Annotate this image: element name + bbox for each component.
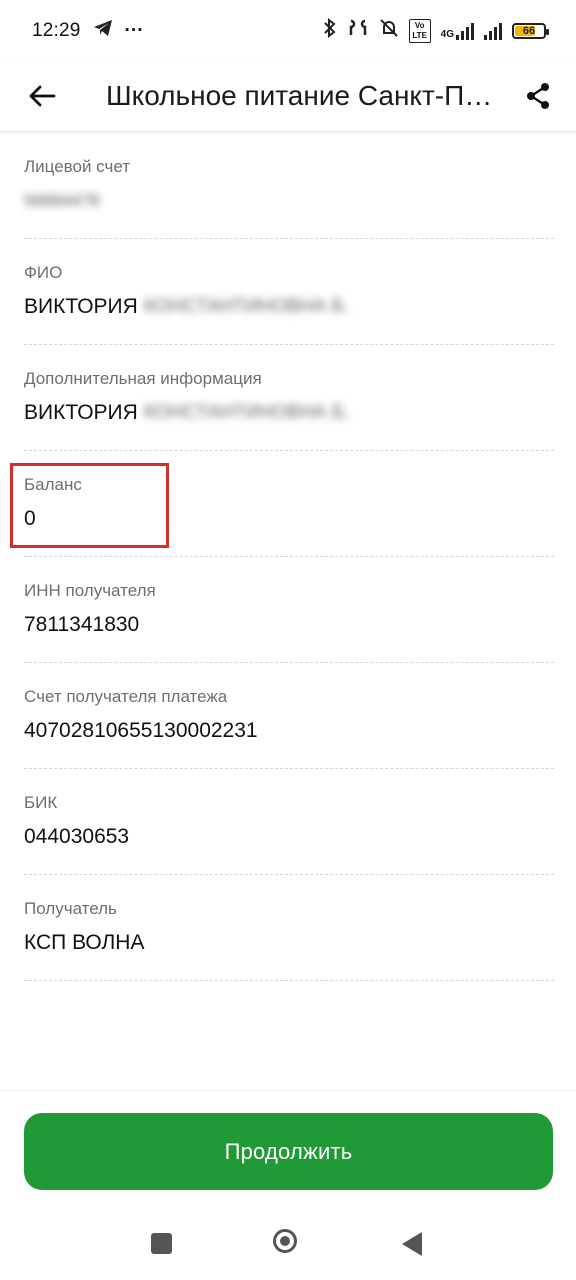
- divider: [0, 1090, 576, 1091]
- signal-icon: [484, 22, 502, 40]
- field-value: 044030653: [24, 825, 130, 848]
- details-list: Лицевой счет 56894478 ФИО ВИКТОРИЯ КОНСТ…: [0, 133, 576, 981]
- field-value-visible: ВИКТОРИЯ: [24, 401, 138, 424]
- page-title: Школьное питание Санкт-Петербург: [106, 80, 496, 111]
- share-icon: [527, 83, 549, 109]
- system-back-icon[interactable]: [402, 1232, 422, 1256]
- status-bar: 12:29 ··· Vo LTE 4G 66: [0, 0, 576, 62]
- field-label: Получатель: [24, 899, 117, 918]
- continue-button[interactable]: Продолжить: [24, 1113, 553, 1190]
- home-icon[interactable]: [273, 1229, 297, 1253]
- field-label: ФИО: [24, 263, 63, 282]
- bluetooth-icon: [323, 17, 337, 44]
- app-bar: Школьное питание Санкт-Петербург: [0, 62, 576, 132]
- recent-apps-icon[interactable]: [151, 1233, 172, 1254]
- field-additional-info: Дополнительная информация ВИКТОРИЯ КОНСТ…: [24, 345, 554, 451]
- field-recipient-inn: ИНН получателя 7811341830: [24, 557, 554, 663]
- volte-icon: Vo LTE: [408, 19, 431, 43]
- field-value-hidden: КОНСТАНТИНОВНА Б.: [143, 296, 350, 317]
- field-account-number: Лицевой счет 56894478: [24, 133, 554, 239]
- share-button[interactable]: [518, 76, 558, 116]
- earbuds-icon: [347, 18, 369, 44]
- battery-icon: 66: [512, 23, 549, 39]
- telegram-icon: [93, 19, 113, 43]
- field-value-hidden: КОНСТАНТИНОВНА Б.: [143, 402, 350, 423]
- balance-highlight-annotation: [10, 463, 169, 548]
- field-value: КСП ВОЛНА: [24, 931, 145, 954]
- field-recipient-account: Счет получателя платежа 4070281065513000…: [24, 663, 554, 769]
- field-value-visible: ВИКТОРИЯ: [24, 295, 138, 318]
- field-full-name: ФИО ВИКТОРИЯ КОНСТАНТИНОВНА Б.: [24, 239, 554, 345]
- field-label: БИК: [24, 793, 58, 812]
- mute-bell-icon: [379, 18, 399, 44]
- field-value: ВИКТОРИЯ КОНСТАНТИНОВНА Б.: [24, 401, 350, 425]
- system-nav-bar: [0, 1205, 576, 1280]
- field-recipient: Получатель КСП ВОЛНА: [24, 875, 554, 981]
- field-label: Лицевой счет: [24, 157, 131, 176]
- field-value: 56894478: [24, 191, 100, 210]
- field-label: ИНН получателя: [24, 581, 156, 600]
- field-bik: БИК 044030653: [24, 769, 554, 875]
- field-value: 7811341830: [24, 613, 140, 636]
- field-value: 40702810655130002231: [24, 719, 258, 742]
- field-label: Счет получателя платежа: [24, 687, 228, 706]
- status-time: 12:29: [32, 20, 81, 41]
- field-value: ВИКТОРИЯ КОНСТАНТИНОВНА Б.: [24, 295, 350, 319]
- arrow-left-icon: [29, 85, 56, 107]
- signal-4g-icon: 4G: [441, 22, 474, 40]
- back-button[interactable]: [22, 76, 62, 116]
- more-notifications-icon: ···: [124, 20, 144, 41]
- field-label: Дополнительная информация: [24, 369, 262, 388]
